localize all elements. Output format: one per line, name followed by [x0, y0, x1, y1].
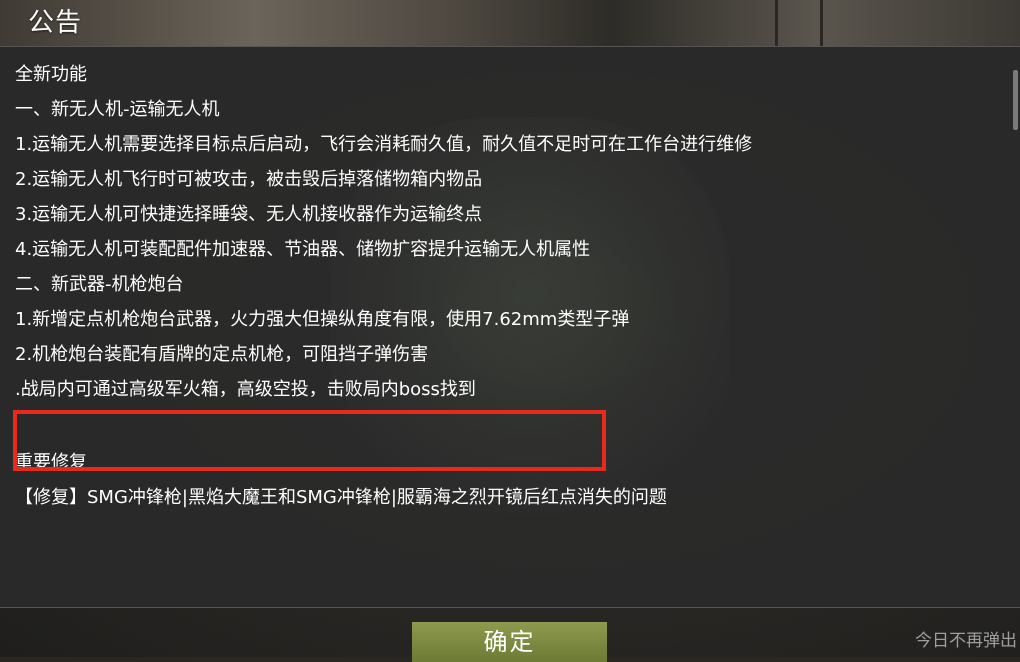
background-pole — [775, 0, 778, 46]
subsection-heading-turret: 二、新武器-机枪炮台 — [15, 274, 184, 295]
subsection-heading-drone: 一、新无人机-运输无人机 — [15, 99, 220, 120]
announcement-line: 2.运输无人机飞行时可被攻击，被击毁后掉落储物箱内物品 — [15, 169, 483, 190]
confirm-button[interactable]: 确定 — [412, 622, 607, 662]
dialog-title: 公告 — [28, 7, 83, 38]
section-heading-new-features: 全新功能 — [15, 64, 87, 85]
announcement-line: 2.机枪炮台装配有盾牌的定点机枪，可阻挡子弹伤害 — [15, 344, 429, 365]
announcement-line: 4.运输无人机可装配配件加速器、节油器、储物扩容提升运输无人机属性 — [15, 239, 591, 260]
announcement-line: 3.运输无人机可快捷选择睡袋、无人机接收器作为运输终点 — [15, 204, 483, 225]
dont-show-today-toggle[interactable]: 今日不再弹出 — [915, 626, 1017, 651]
announcement-line: 1.运输无人机需要选择目标点后启动，飞行会消耗耐久值，耐久值不足时可在工作台进行… — [15, 134, 753, 155]
announcement-line: 【修复】SMG冲锋枪|黑焰大魔王和SMG冲锋枪|服霸海之烈开镜后红点消失的问题 — [15, 487, 667, 508]
scrollbar-thumb[interactable] — [1013, 70, 1018, 130]
announcement-line: 1.新增定点机枪炮台武器，火力强大但操纵角度有限，使用7.62mm类型子弹 — [15, 309, 630, 330]
background-header-image — [0, 0, 1020, 46]
dialog-header: 公告 — [0, 0, 120, 40]
background-pole — [820, 0, 823, 46]
announcement-line-highlighted: .战局内可通过高级军火箱，高级空投，击败局内boss找到 — [15, 379, 476, 400]
red-highlight-box — [13, 410, 606, 471]
